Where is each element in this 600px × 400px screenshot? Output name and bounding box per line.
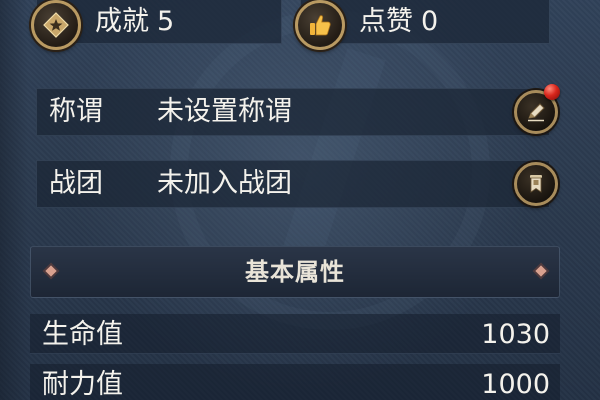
title-value: 未设置称谓 — [157, 96, 292, 127]
guild-row: 战团 未加入战团 — [36, 160, 550, 208]
attribute-value: 1030 — [481, 319, 550, 350]
guild-value: 未加入战团 — [157, 168, 292, 199]
section-title: 基本属性 — [245, 257, 345, 286]
likes-label-text: 点赞 — [359, 6, 413, 37]
likes-count: 0 — [421, 6, 439, 37]
pencil-edit-icon — [528, 103, 545, 122]
attribute-row: 耐力值 1000 — [30, 364, 560, 400]
achievement-label: 成就 5 — [95, 5, 174, 39]
achievement-label-text: 成就 — [95, 6, 149, 37]
likes-stat[interactable]: 点赞 0 — [295, 0, 550, 50]
notification-dot — [544, 84, 560, 100]
attribute-name: 耐力值 — [42, 369, 123, 400]
title-row: 称谓 未设置称谓 — [36, 88, 550, 136]
title-label: 称谓 — [49, 96, 103, 127]
star-diamond-icon — [31, 0, 81, 50]
attribute-value: 1000 — [481, 369, 550, 400]
likes-label: 点赞 0 — [359, 5, 438, 39]
achievement-count: 5 — [157, 6, 175, 37]
thumbs-up-icon — [295, 0, 345, 50]
guild-button[interactable] — [514, 162, 558, 206]
basic-attributes-header: 基本属性 — [30, 246, 560, 298]
attribute-name: 生命值 — [42, 319, 123, 350]
attribute-row: 生命值 1030 — [30, 314, 560, 354]
banner-icon — [530, 175, 542, 193]
achievement-stat[interactable]: 成就 5 — [31, 0, 282, 50]
guild-label: 战团 — [49, 168, 103, 199]
left-edge-shade — [0, 0, 28, 400]
